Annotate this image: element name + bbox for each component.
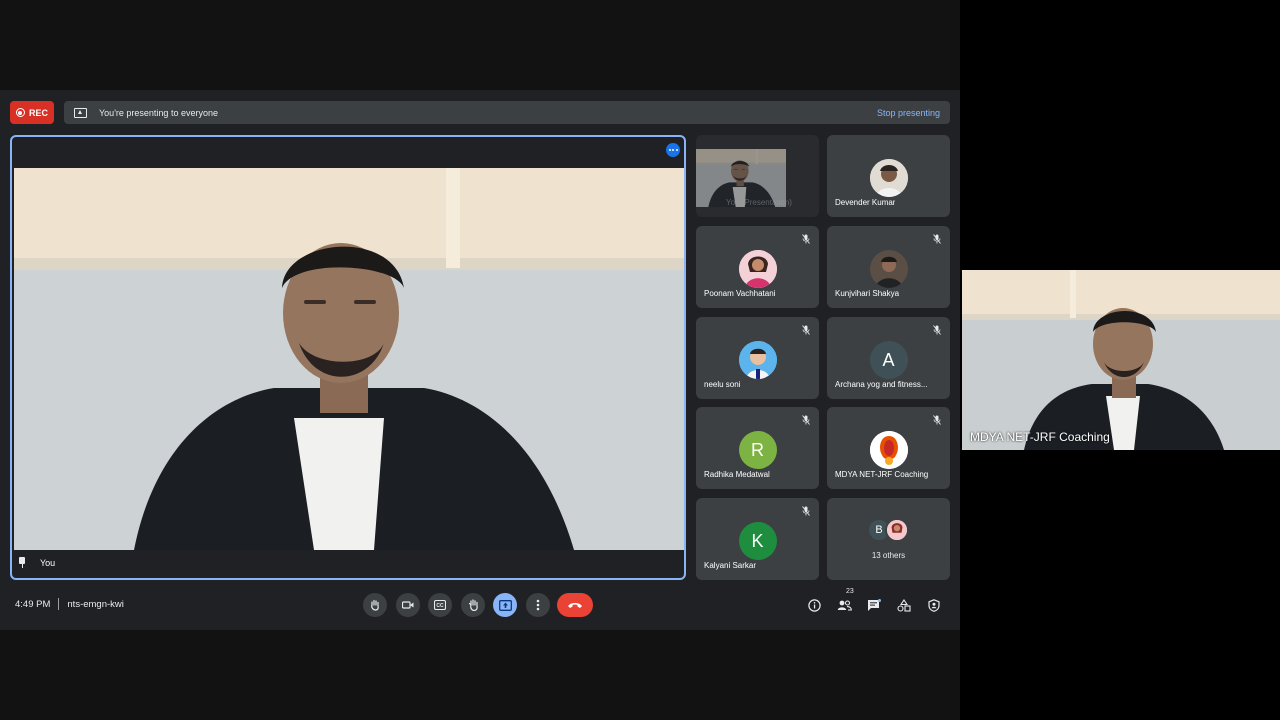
hang-up-icon [568,603,582,608]
avatar [869,250,908,288]
screen: REC You're presenting to everyone Stop p… [0,0,1280,720]
present-screen-icon [74,107,87,118]
coaching-logo-icon [869,431,908,469]
host-controls-button[interactable] [925,596,943,614]
meeting-time: 4:49 PM [15,598,51,610]
meet-window: REC You're presenting to everyone Stop p… [0,0,960,720]
main-tile-name: You [40,557,56,568]
others-tile[interactable]: B 13 others [827,498,950,580]
mic-off-icon [802,506,810,516]
more-options-button[interactable] [526,593,550,617]
recording-badge[interactable]: REC [10,101,54,124]
raise-hand-button[interactable] [363,593,387,617]
participant-tile[interactable]: Poonam Vachhatani [696,226,819,308]
info-icon [807,598,821,612]
chat-button[interactable] [865,596,883,614]
picture-in-picture-video[interactable]: MDYA NET-JRF Coaching [962,270,1280,450]
avatar [738,341,777,379]
participant-tile[interactable]: A Archana yog and fitness... [827,317,950,399]
mic-off-icon [802,234,810,244]
activities-icon [897,598,911,612]
participant-tile[interactable]: Kunjvihari Shakya [827,226,950,308]
letterbox-bottom [0,630,960,720]
mic-off-icon [802,415,810,425]
people-button[interactable] [835,596,853,614]
meeting-details-button[interactable] [805,596,823,614]
avatar [738,250,777,288]
camera-button[interactable] [396,593,420,617]
participant-tile[interactable]: neelu soni [696,317,819,399]
record-icon [15,108,25,117]
participant-name: Kunjvihari Shakya [835,289,900,298]
avatar [885,518,909,542]
recording-label: REC [28,107,48,118]
avatar-letter: R [738,431,777,469]
others-avatars: B [867,518,909,542]
pip-video-feed [962,270,1280,450]
main-video-feed [14,168,684,550]
svg-text:CC: CC [436,603,444,609]
main-tile-label: You [18,557,55,568]
reactions-button[interactable] [461,593,485,617]
avatar [869,431,908,469]
leave-call-button[interactable] [557,593,593,617]
avatar-letter: A [869,341,908,379]
avatar-letter: K [738,522,777,560]
chat-icon [868,598,881,611]
participant-name: neelu soni [704,380,741,389]
pin-icon[interactable] [18,557,26,568]
meeting-info: 4:49 PM nts-emgn-kwi [15,598,124,610]
participant-tile[interactable]: R Radhika Medatwal [696,407,819,489]
others-count-label: 13 others [871,551,906,560]
people-icon [837,600,852,611]
pip-participant-name: MDYA NET-JRF Coaching [970,430,1110,444]
participant-tile[interactable]: Devender Kumar [827,135,950,217]
present-button[interactable] [493,593,517,617]
camera-icon [402,601,414,609]
avatar [869,159,908,197]
captions-icon: CC [434,600,446,610]
hand-icon [371,599,379,611]
participant-name: Devender Kumar [835,198,896,207]
present-screen-icon [498,599,512,611]
shield-icon [928,598,940,612]
divider [58,598,60,610]
presenting-banner: You're presenting to everyone Stop prese… [64,101,950,124]
mic-off-icon [802,325,810,335]
presenting-message: You're presenting to everyone [99,107,218,118]
letterbox-top [0,0,960,90]
participant-tile[interactable]: K Kalyani Sarkar [696,498,819,580]
more-vert-icon [536,599,540,611]
participant-name: Archana yog and fitness... [835,380,928,389]
activities-button[interactable] [895,596,913,614]
stop-presenting-button[interactable]: Stop presenting [877,108,940,118]
participant-tile-self-presentation[interactable]: You (Presentation) [696,135,819,217]
participant-name: Radhika Medatwal [704,470,770,479]
more-options-icon[interactable] [666,143,680,157]
meeting-code[interactable]: nts-emgn-kwi [67,599,124,610]
participant-name: MDYA NET-JRF Coaching [835,470,929,479]
captions-button[interactable]: CC [428,593,452,617]
mic-off-icon [933,415,941,425]
participant-name: You (Presentation) [726,198,792,207]
people-count-badge: 23 [845,588,855,595]
main-video-tile[interactable]: You [10,135,686,580]
mic-off-icon [933,234,941,244]
participant-name: Kalyani Sarkar [704,561,757,570]
mic-off-icon [933,325,941,335]
hand-wave-icon [468,599,478,611]
participant-name: Poonam Vachhatani [704,289,776,298]
participant-tile[interactable]: MDYA NET-JRF Coaching [827,407,950,489]
